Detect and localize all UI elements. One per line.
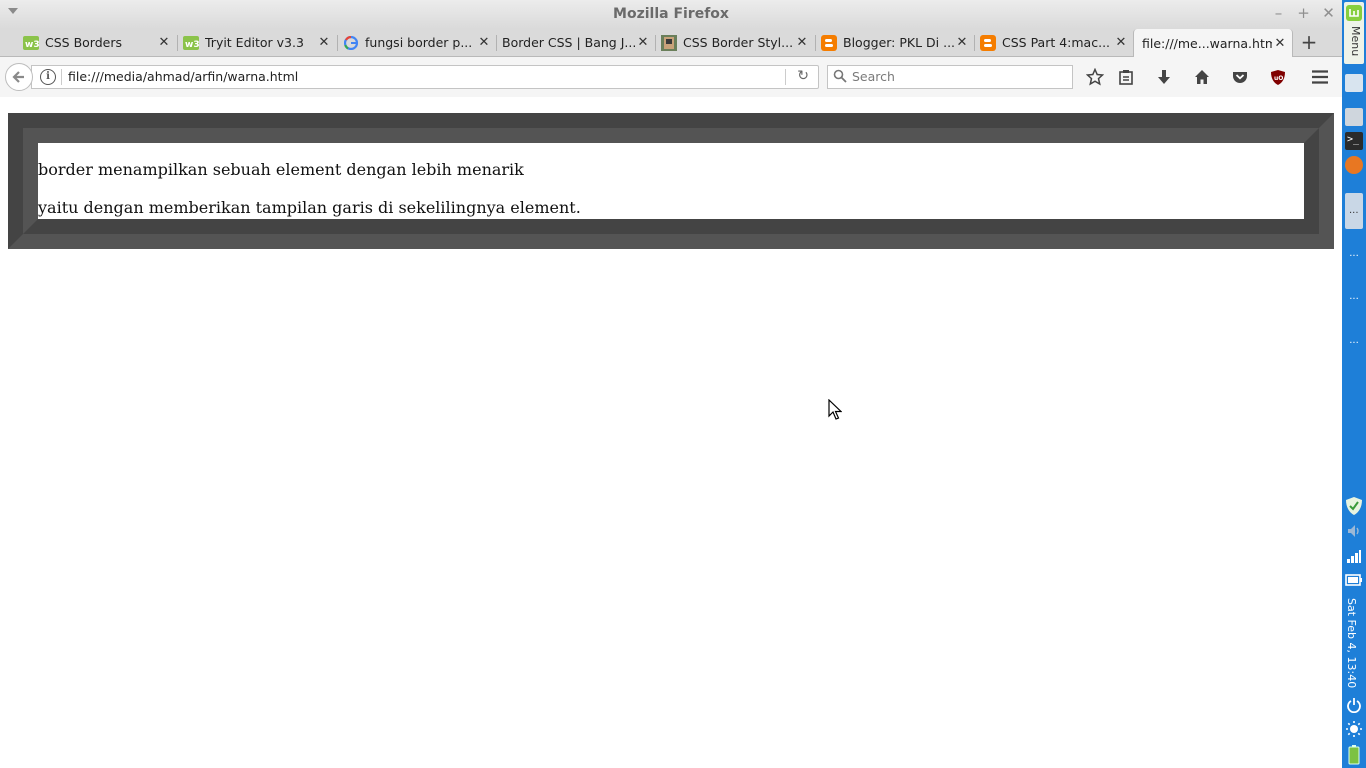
battery-icon[interactable] xyxy=(1345,573,1363,587)
blogger-icon xyxy=(821,34,837,51)
show-desktop-icon[interactable] xyxy=(1345,74,1363,92)
tab-border-css[interactable]: Border CSS | Bang J... ✕ xyxy=(496,29,655,56)
new-tab-button[interactable]: + xyxy=(1298,30,1320,54)
power-icon[interactable] xyxy=(1346,697,1362,713)
reload-icon[interactable]: ↻ xyxy=(797,68,809,84)
reading-list-button[interactable] xyxy=(1115,66,1137,88)
google-icon xyxy=(343,35,359,51)
url-bar[interactable]: i file:///media/ahmad/arfin/warna.html ↻ xyxy=(31,65,819,89)
tab-google-search[interactable]: fungsi border p... ✕ xyxy=(337,29,496,56)
tab-close-icon[interactable]: ✕ xyxy=(476,35,492,50)
tab-label: Blogger: PKL Di ... xyxy=(843,35,954,50)
minimize-button[interactable]: – xyxy=(1271,4,1286,22)
paragraph-line-1: border menampilkan sebuah element dengan… xyxy=(38,160,524,179)
desktop-side-panel: Menu >_ ... ... ... ... Sat Feb 4, 13:40 xyxy=(1342,0,1366,768)
network-signal-icon[interactable] xyxy=(1346,548,1362,564)
tab-warna-html[interactable]: file:///me...warna.html ✕ xyxy=(1133,29,1293,57)
title-bar: Mozilla Firefox – + ✕ xyxy=(0,0,1342,29)
tab-label: fungsi border p... xyxy=(365,35,473,50)
tab-close-icon[interactable]: ✕ xyxy=(1113,35,1129,50)
paragraph-line-2: yaitu dengan memberikan tampilan garis d… xyxy=(38,198,581,217)
mint-logo-icon xyxy=(1346,5,1362,21)
terminal-icon[interactable]: >_ xyxy=(1345,132,1363,150)
tab-label: CSS Border Styl... xyxy=(683,35,794,50)
clipboard-icon xyxy=(1119,70,1133,85)
update-shield-icon[interactable] xyxy=(1345,496,1363,516)
tab-label: Tryit Editor v3.3 xyxy=(205,35,304,50)
file-manager-icon[interactable] xyxy=(1345,108,1363,126)
battery-level-icon[interactable] xyxy=(1348,745,1360,765)
url-text[interactable]: file:///media/ahmad/arfin/warna.html xyxy=(68,69,298,84)
bordered-box-inner: border menampilkan sebuah element dengan… xyxy=(23,128,1319,234)
tab-css-part-4[interactable]: CSS Part 4:mac... ✕ xyxy=(974,29,1133,56)
hamburger-icon xyxy=(1312,70,1328,84)
search-placeholder: Search xyxy=(852,69,895,84)
close-window-button[interactable]: ✕ xyxy=(1321,4,1336,22)
pocket-icon xyxy=(1233,72,1247,83)
download-arrow-icon xyxy=(1158,70,1170,84)
volume-icon[interactable] xyxy=(1346,523,1362,539)
brightness-icon[interactable] xyxy=(1345,720,1363,738)
blogger-icon xyxy=(980,34,996,51)
w3schools-icon: w3 xyxy=(23,35,39,51)
window-list-item[interactable]: ... xyxy=(1342,248,1366,259)
tab-close-icon[interactable]: ✕ xyxy=(316,35,332,50)
clock[interactable]: Sat Feb 4, 13:40 xyxy=(1345,598,1358,688)
mouse-cursor-icon xyxy=(828,399,842,420)
bookmark-star-button[interactable] xyxy=(1084,66,1106,88)
bordered-box: border menampilkan sebuah element dengan… xyxy=(8,113,1334,249)
menu-label: Menu xyxy=(1349,26,1362,57)
hamburger-menu-button[interactable] xyxy=(1309,66,1331,88)
home-button[interactable] xyxy=(1191,66,1213,88)
window-list-item[interactable]: ... xyxy=(1342,291,1366,302)
firefox-icon[interactable] xyxy=(1345,156,1363,174)
navigation-toolbar: i file:///media/ahmad/arfin/warna.html ↻… xyxy=(0,57,1342,98)
search-input[interactable]: Search xyxy=(827,65,1073,89)
tab-close-icon[interactable]: ✕ xyxy=(1272,36,1288,51)
tab-close-icon[interactable]: ✕ xyxy=(954,35,970,50)
tab-blogger-pkl[interactable]: Blogger: PKL Di ... ✕ xyxy=(815,29,974,56)
window-title: Mozilla Firefox xyxy=(613,6,729,22)
svg-text:uO: uO xyxy=(1274,75,1283,82)
tab-close-icon[interactable]: ✕ xyxy=(156,35,172,50)
tab-strip: w3 CSS Borders ✕ w3 Tryit Editor v3.3 ✕ … xyxy=(0,29,1342,57)
page-viewport: border menampilkan sebuah element dengan… xyxy=(0,97,1342,768)
svg-text:w3: w3 xyxy=(185,40,199,50)
downloads-button[interactable] xyxy=(1153,66,1175,88)
box-content: border menampilkan sebuah element dengan… xyxy=(38,143,1304,219)
image-thumb-icon xyxy=(661,34,677,51)
ublock-shield-icon: uO xyxy=(1271,69,1285,85)
ublock-button[interactable]: uO xyxy=(1267,66,1289,88)
tab-css-border-style[interactable]: CSS Border Styl... ✕ xyxy=(655,29,814,56)
back-arrow-icon xyxy=(12,71,24,83)
pocket-button[interactable] xyxy=(1229,66,1251,88)
tab-label: CSS Part 4:mac... xyxy=(1002,35,1111,50)
start-menu-button[interactable]: Menu xyxy=(1344,2,1364,64)
window-list-item[interactable]: ... xyxy=(1342,335,1366,346)
search-icon xyxy=(833,69,847,83)
star-icon xyxy=(1086,68,1104,86)
firefox-window: Mozilla Firefox – + ✕ w3 CSS Borders ✕ w… xyxy=(0,0,1342,768)
svg-text:w3: w3 xyxy=(25,40,39,50)
home-icon xyxy=(1195,70,1209,84)
tab-close-icon[interactable]: ✕ xyxy=(635,35,651,50)
tab-tryit-editor[interactable]: w3 Tryit Editor v3.3 ✕ xyxy=(177,29,336,56)
w3schools-icon: w3 xyxy=(183,35,199,51)
maximize-button[interactable]: + xyxy=(1296,4,1311,22)
tab-label: CSS Borders xyxy=(45,35,122,50)
tab-label: Border CSS | Bang J... xyxy=(502,35,635,50)
tab-css-borders[interactable]: w3 CSS Borders ✕ xyxy=(17,29,176,56)
active-window-button[interactable]: ... xyxy=(1345,193,1363,229)
tab-label: file:///me...warna.html xyxy=(1142,35,1272,51)
tab-close-icon[interactable]: ✕ xyxy=(794,35,810,50)
back-button[interactable] xyxy=(5,63,33,91)
site-info-icon[interactable]: i xyxy=(40,69,56,85)
